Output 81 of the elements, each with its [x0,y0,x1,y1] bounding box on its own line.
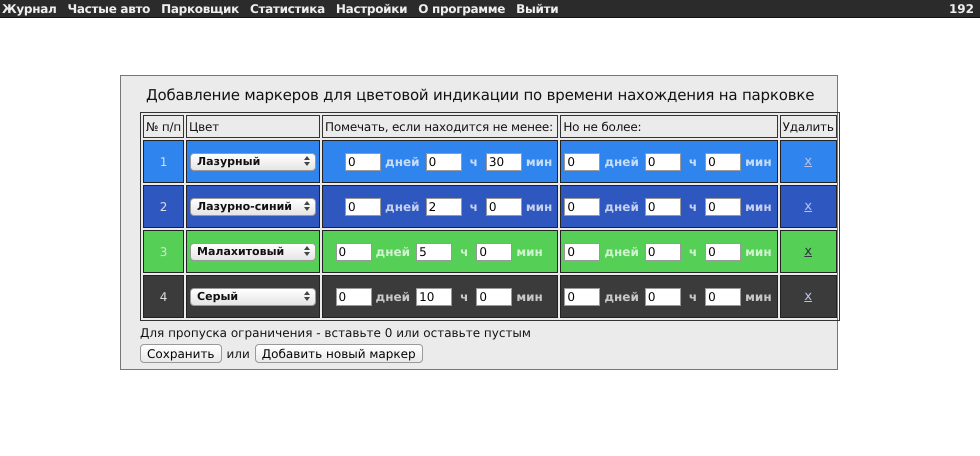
updown-arrows-icon [304,200,310,210]
time-input[interactable]: 5 [416,242,452,260]
time-input[interactable]: 0 [705,198,742,216]
unit-label: дней [385,200,420,214]
unit-label: мин [745,200,772,214]
time-input[interactable]: 0 [486,198,522,216]
unit-label: дней [604,290,639,304]
unit-label: дней [385,154,420,168]
time-input[interactable]: 0 [705,152,742,170]
time-input[interactable]: 0 [345,198,382,216]
menu-link[interactable]: Журнал [2,2,56,16]
row-number: 3 [160,244,168,258]
menu-link[interactable]: Выйти [516,2,558,16]
color-select[interactable]: Лазурно-синий [190,198,316,216]
add-marker-button[interactable]: Добавить новый маркер [254,344,423,363]
unit-label: дней [604,200,639,214]
unit-label: ч [470,200,478,214]
unit-label: мин [745,290,772,304]
time-input[interactable]: 0 [336,288,372,306]
time-input[interactable]: 0 [476,242,512,260]
time-input[interactable]: 0 [644,242,681,260]
time-input[interactable]: 0 [705,288,742,306]
row-number: 1 [160,154,168,168]
updown-arrows-icon [304,246,310,256]
time-input[interactable]: 0 [426,152,462,170]
row-number: 4 [160,290,168,304]
time-input[interactable]: 0 [644,152,681,170]
time-input[interactable]: 0 [564,152,600,170]
unit-label: ч [460,244,468,258]
save-button[interactable]: Сохранить [140,344,222,363]
unit-label: мин [526,200,552,214]
column-header: Помечать, если находится не менее: [322,115,558,138]
delete-link[interactable]: x [804,244,812,259]
unit-label: ч [460,290,468,304]
menu-link[interactable]: Настройки [336,2,408,16]
unit-label: мин [745,154,772,168]
column-header: Удалить [780,115,837,138]
or-text: или [226,346,250,360]
time-input[interactable]: 0 [476,288,512,306]
unit-label: мин [516,244,543,258]
column-header: Цвет [186,115,320,138]
menu-link[interactable]: Парковщик [161,2,239,16]
menu-link[interactable]: О программе [418,2,506,16]
unit-label: мин [526,154,552,168]
unit-label: ч [688,200,698,214]
color-select[interactable]: Лазурный [190,152,316,170]
hint-text: Для пропуска ограничения - вставьте 0 или оставьте пустым [140,326,532,340]
time-input[interactable]: 0 [345,152,382,170]
counter: 192 [948,2,974,16]
time-input[interactable]: 0 [564,198,600,216]
time-input[interactable]: 2 [426,198,462,216]
row-number: 2 [160,200,168,214]
unit-label: дней [376,244,410,258]
unit-label: дней [376,290,410,304]
time-input[interactable]: 0 [644,198,681,216]
time-input[interactable]: 10 [416,288,452,306]
unit-label: мин [516,290,543,304]
panel-title: Добавление маркеров для цветовой индикации по времени нахождения на парковке [146,86,816,104]
column-header: Но не более: [560,115,778,138]
time-input[interactable]: 30 [486,152,522,170]
color-select[interactable]: Серый [190,288,316,306]
column-header: № п/п [143,115,184,138]
time-input[interactable]: 0 [336,242,372,260]
time-input[interactable]: 0 [644,288,681,306]
delete-link[interactable]: x [804,199,812,214]
unit-label: ч [688,244,698,258]
time-input[interactable]: 0 [564,242,600,260]
time-input[interactable]: 0 [705,242,742,260]
unit-label: ч [470,154,478,168]
unit-label: ч [688,290,698,304]
unit-label: дней [604,244,639,258]
unit-label: мин [745,244,772,258]
menu-link[interactable]: Частые авто [67,2,150,16]
delete-link[interactable]: x [804,289,812,304]
updown-arrows-icon [304,290,310,300]
unit-label: дней [604,154,639,168]
time-input[interactable]: 0 [564,288,600,306]
color-select[interactable]: Малахитовый [190,242,316,260]
menu-link[interactable]: Статистика [250,2,325,16]
unit-label: ч [688,154,698,168]
updown-arrows-icon [304,156,310,166]
